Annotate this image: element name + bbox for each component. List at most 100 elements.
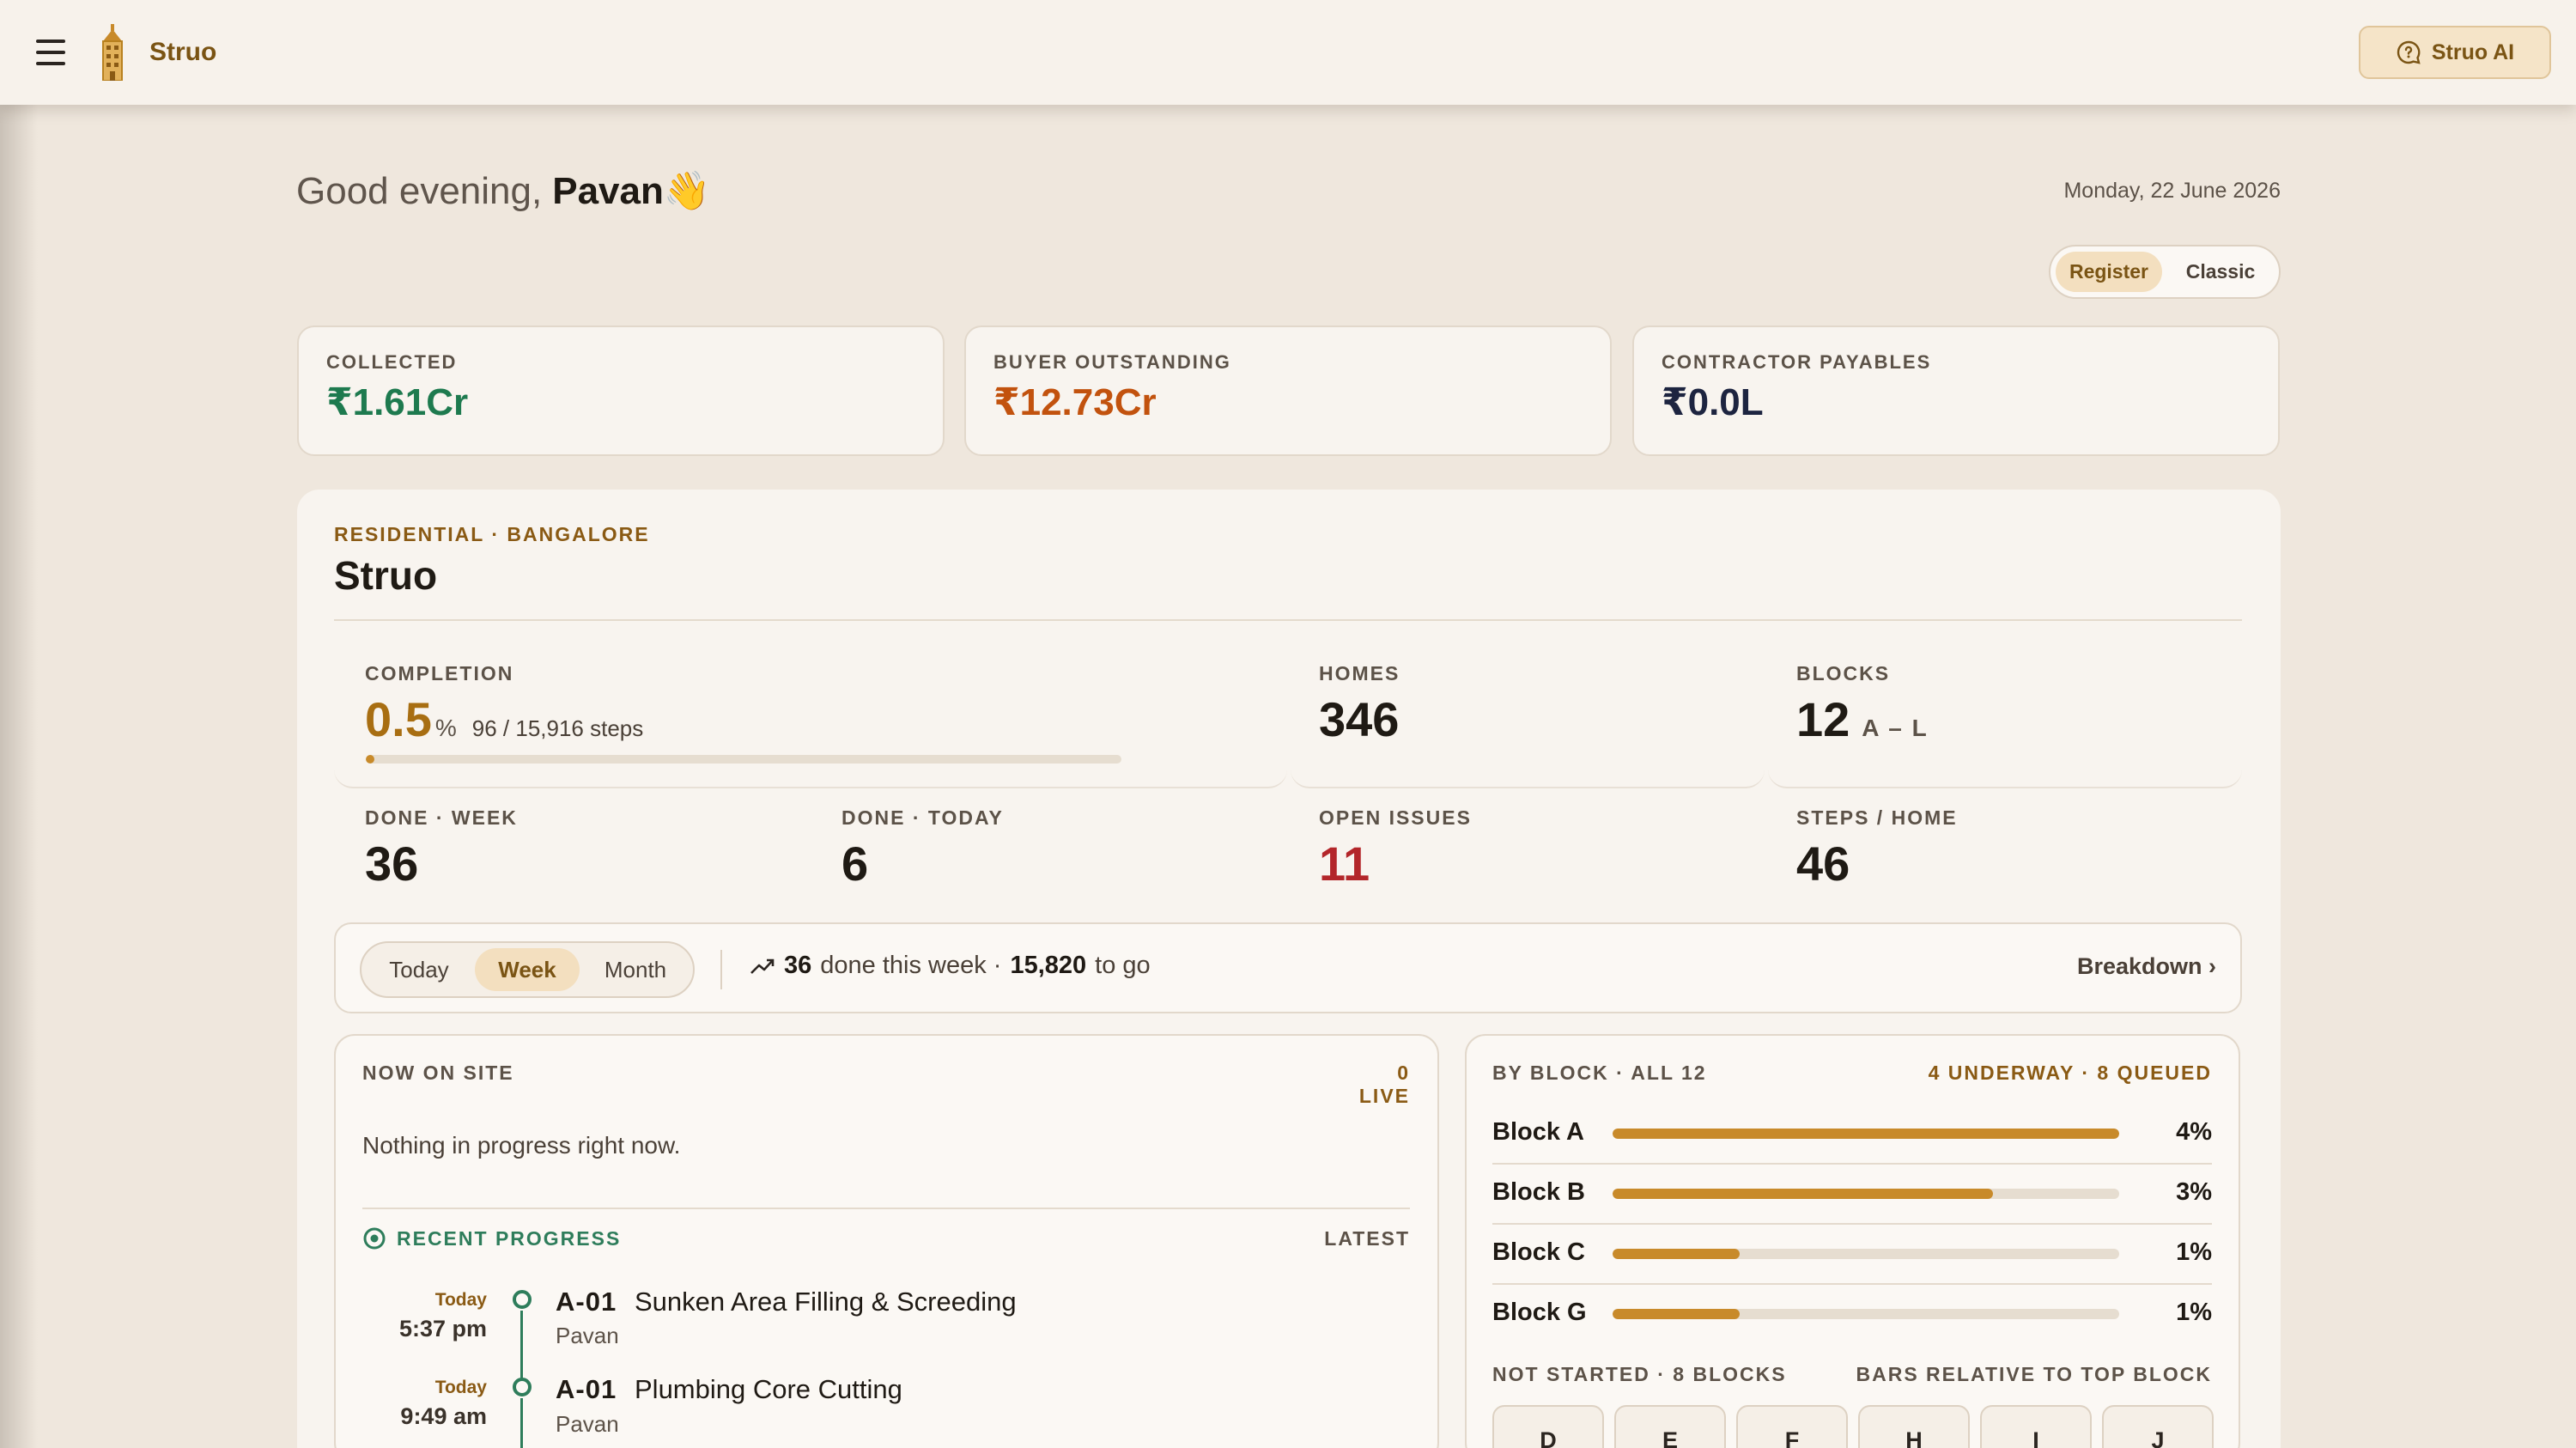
kpi-collected[interactable]: COLLECTED ₹1.61Cr	[297, 325, 945, 456]
kpi-value: ₹0.0L	[1662, 381, 1764, 423]
timeline-time: 5:37 pm	[398, 1316, 487, 1342]
range-option-month[interactable]: Month	[583, 948, 688, 991]
not-started-label: NOT STARTED · 8 BLOCKS	[1492, 1363, 1787, 1385]
done-today-label: DONE · TODAY	[841, 806, 1004, 829]
struo-ai-button[interactable]: Struo AI	[2359, 26, 2551, 79]
timeline-dot	[513, 1378, 532, 1396]
completion-label: COMPLETION	[365, 662, 514, 684]
block-name: Block A	[1492, 1118, 1584, 1146]
project-name: Struo	[334, 553, 438, 598]
kpi-contractor-payables[interactable]: CONTRACTOR PAYABLES ₹0.0L	[1632, 325, 2280, 456]
step-title: Plumbing Core Cutting	[635, 1374, 902, 1404]
completion-progress-fill	[366, 755, 374, 764]
steps-home-value: 46	[1796, 837, 1850, 891]
done-text: done this week ·	[820, 952, 1002, 979]
now-on-site-title: NOW ON SITE	[362, 1062, 514, 1084]
completion-progress-bar	[366, 755, 1121, 764]
kpi-label: CONTRACTOR PAYABLES	[1662, 351, 1932, 373]
open-issues-value[interactable]: 11	[1319, 836, 1370, 891]
block-progress-track	[1613, 1189, 2119, 1199]
block-chip-f[interactable]: F	[1736, 1405, 1848, 1448]
top-bar: Struo Struo AI	[0, 0, 2576, 105]
block-name: Block G	[1492, 1299, 1587, 1326]
struo-ai-label: Struo AI	[2431, 40, 2515, 64]
block-percent: 1%	[2176, 1238, 2212, 1266]
live-count: 0 LIVE	[1358, 1062, 1410, 1107]
by-block-title: BY BLOCK · ALL 12	[1492, 1062, 1707, 1084]
completion-value: 0.5 % 96 / 15,916 steps	[365, 691, 643, 747]
block-chip-e[interactable]: E	[1614, 1405, 1726, 1448]
to-go-count: 15,820	[1010, 952, 1087, 979]
divider	[1492, 1223, 2212, 1225]
block-name: Block C	[1492, 1238, 1585, 1266]
done-week-label: DONE · WEEK	[365, 806, 518, 829]
menu-icon[interactable]	[36, 38, 65, 67]
block-progress-track	[1613, 1129, 2119, 1139]
completion-unit: %	[434, 715, 457, 741]
step-author: Pavan	[556, 1323, 619, 1348]
wave-emoji: 👋	[663, 170, 711, 212]
left-edge-shadow	[0, 0, 38, 1448]
block-progress-fill	[1613, 1129, 2119, 1139]
divider	[362, 1208, 1410, 1209]
greeting: Good evening, Pavan👋	[296, 168, 711, 213]
homes-value: 346	[1319, 692, 1400, 746]
block-progress-fill	[1613, 1309, 1740, 1319]
brand-name[interactable]: Struo	[149, 38, 216, 67]
timeline-time: 9:49 am	[400, 1403, 487, 1429]
blocks-range: A – L	[1862, 715, 1929, 741]
timeline-line	[520, 1311, 523, 1381]
building-logo-icon	[102, 24, 123, 81]
block-chip-j[interactable]: J	[2102, 1405, 2214, 1448]
block-progress-track	[1613, 1249, 2119, 1259]
block-percent: 3%	[2176, 1178, 2212, 1206]
timeline-day: Today	[434, 1378, 487, 1397]
blocks-value: 12	[1796, 692, 1850, 746]
greeting-prefix: Good evening,	[296, 170, 543, 212]
completion-steps: 96 / 15,916 steps	[471, 715, 644, 741]
step-author: Pavan	[556, 1411, 619, 1437]
block-progress-fill	[1613, 1189, 1993, 1199]
timeline-day: Today	[434, 1290, 487, 1310]
divider	[1492, 1163, 2212, 1165]
view-option-register[interactable]: Register	[2056, 252, 2162, 292]
completion-percent: 0.5	[365, 692, 432, 746]
range-segmented-control: Today Week Month	[360, 941, 695, 998]
breakdown-link[interactable]: Breakdown ›	[2077, 953, 2216, 980]
kpi-label: COLLECTED	[326, 351, 458, 373]
view-toggle: Register Classic	[2049, 245, 2281, 299]
done-week-value: 36	[365, 837, 419, 891]
kpi-value: ₹1.61Cr	[326, 381, 469, 423]
current-date: Monday, 22 June 2026	[2063, 179, 2281, 203]
target-icon	[363, 1227, 386, 1250]
block-chip-i[interactable]: I	[1980, 1405, 2092, 1448]
kpi-label: BUYER OUTSTANDING	[993, 351, 1231, 373]
block-progress-track	[1613, 1309, 2119, 1319]
done-count: 36	[784, 952, 812, 979]
user-name: Pavan	[552, 170, 664, 212]
blocks-label: BLOCKS	[1796, 662, 1891, 684]
relative-note: BARS RELATIVE TO TOP BLOCK	[1856, 1363, 2212, 1385]
empty-state: Nothing in progress right now.	[362, 1132, 681, 1159]
view-option-classic[interactable]: Classic	[2167, 252, 2274, 292]
range-option-week[interactable]: Week	[475, 948, 580, 991]
block-chip-d[interactable]: D	[1492, 1405, 1604, 1448]
unit-code: A-01	[556, 1287, 617, 1317]
chat-help-icon	[2397, 40, 2421, 64]
project-tag: RESIDENTIAL · BANGALORE	[334, 523, 650, 545]
kpi-value: ₹12.73Cr	[993, 381, 1157, 423]
to-go-text: to go	[1095, 952, 1151, 979]
step-title: Sunken Area Filling & Screeding	[635, 1287, 1017, 1317]
divider	[1492, 1283, 2212, 1285]
block-percent: 4%	[2176, 1118, 2212, 1146]
range-bar: Today Week Month 36 done this week · 15,…	[334, 922, 2242, 1013]
range-option-today[interactable]: Today	[367, 948, 471, 991]
trending-up-icon	[750, 958, 775, 974]
range-summary: 36 done this week · 15,820 to go	[750, 952, 1151, 980]
recent-sort: LATEST	[1324, 1227, 1410, 1250]
block-chip-h[interactable]: H	[1858, 1405, 1970, 1448]
blocks-value-group: 12 A – L	[1796, 691, 1929, 747]
block-name: Block B	[1492, 1178, 1585, 1206]
kpi-buyer-outstanding[interactable]: BUYER OUTSTANDING ₹12.73Cr	[964, 325, 1612, 456]
by-block-status: 4 UNDERWAY · 8 QUEUED	[1928, 1062, 2212, 1084]
